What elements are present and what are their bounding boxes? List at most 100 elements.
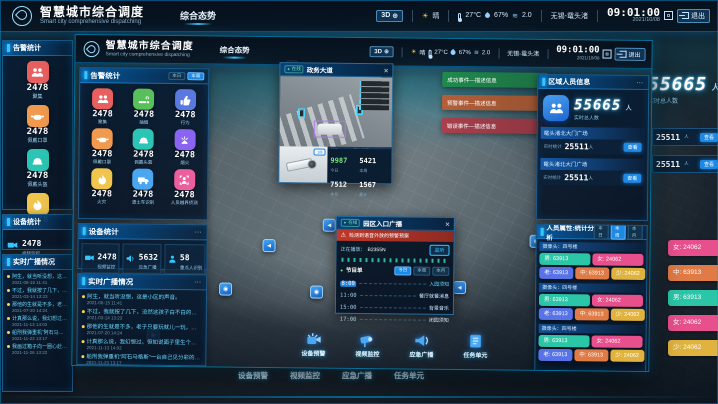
device-label: 重点人识别 xyxy=(180,265,203,271)
schedule-row[interactable]: 15:00背景音乐 xyxy=(340,302,449,315)
toast-success[interactable]: 成功事件—描述信息› xyxy=(442,72,548,88)
alarm-tile-label: 抽烟 xyxy=(124,120,164,126)
broadcast-entry[interactable]: 阿生，就当听没想，这是小区的声音。 2021-08-15 11:41 xyxy=(82,292,202,306)
mode-3d-toggle[interactable]: 3D⊕ xyxy=(376,10,403,22)
broadcast-entry[interactable]: 阿生，就当听没想，这是小区的声音。 2021-08-15 11:41 xyxy=(7,273,68,285)
view-button[interactable]: 查看 xyxy=(624,143,642,152)
toolbar-item-task-unit[interactable]: 任务单元 xyxy=(452,333,498,359)
schedule-row[interactable]: 11:00餐厅就餐消息 xyxy=(340,290,449,303)
broadcast-log-title: 实时广播情况 xyxy=(88,276,133,287)
broadcast-entry[interactable]: 不过，我就按了几下，没然这孩子白不白的问题？ 2021-03-14 13:23 xyxy=(7,287,68,299)
panel-menu-icon[interactable]: ⋯ xyxy=(194,278,202,286)
exit-button[interactable]: 退出 xyxy=(677,9,710,23)
outer-total-label: 实时总人数 xyxy=(648,96,718,105)
map-marker[interactable] xyxy=(453,281,466,294)
exit-button[interactable]: 退出 xyxy=(614,48,645,61)
program-tabs: 今日 本周 本月 xyxy=(394,266,449,275)
panel-menu-icon[interactable]: ⋯ xyxy=(636,78,644,86)
tab-today[interactable]: 本日 xyxy=(594,224,609,240)
broadcast-entry[interactable]: 计真那么说，我幻想过，但如说面子里生个大役健壮… 2021-11-13 14:0… xyxy=(7,315,68,327)
speaker-icon xyxy=(126,254,136,264)
alarm-tile-label: 聚集 xyxy=(27,93,49,100)
broadcast-entry[interactable]: 计真那么说，我幻想过，但如说面子里生个大役健壮… 2021-11-13 14:0… xyxy=(81,337,201,351)
tab-month[interactable]: 本月 xyxy=(432,267,449,276)
tab-month[interactable]: 本月 xyxy=(628,225,643,241)
toolbar-item-video-monitor[interactable]: 视频监控 xyxy=(344,332,390,358)
view-button[interactable]: 查看 xyxy=(700,160,718,169)
tab-today[interactable]: 本日 xyxy=(168,72,185,81)
exit-icon xyxy=(620,51,627,58)
people-row-unit: 人 xyxy=(684,134,689,140)
mask-icon xyxy=(27,105,49,127)
broadcast-entry-time: 2021-11-13 14:02 xyxy=(7,322,68,327)
attribute-pill: 女: 24062 xyxy=(592,294,643,307)
stat-value: 9987 xyxy=(330,157,347,165)
bullet-camera-icon xyxy=(286,158,313,172)
tab-week[interactable]: 本周 xyxy=(413,267,430,276)
helmet-icon xyxy=(27,149,49,171)
broadcast-entry-text: 船刑我弹重机“阿石马格斯”一台自己见分彩的应用，整个… xyxy=(12,329,68,336)
globe-icon: ⊕ xyxy=(392,12,398,20)
broadcast-entry[interactable]: 那他的生就是不多，老子只要玩就儿一玩，正薄2气场… 2021-07-20 14:… xyxy=(7,301,68,313)
broadcast-entry[interactable]: 船刑我弹重机“阿石马格斯”一台自己见分彩的应用，整个… 2021-11-23 1… xyxy=(7,329,68,341)
stat-label: 本月 xyxy=(330,192,359,198)
smoking-icon xyxy=(133,89,154,110)
schedule-time: 8:00 xyxy=(340,281,356,287)
mode-3d-toggle[interactable]: 3D⊕ xyxy=(369,46,394,57)
broadcast-popup-header: 在线 园区入口广播 × xyxy=(337,217,454,231)
toast-error[interactable]: 错误事件—描述信息› xyxy=(442,118,548,134)
alarm-tile[interactable]: 2478烟火 xyxy=(164,129,206,166)
device-panel: 设备统计 ⋯ 2478视频监控 5632应急广播 58重点人识别 xyxy=(77,223,207,270)
view-button[interactable]: 查看 xyxy=(700,133,718,142)
close-icon[interactable]: × xyxy=(445,219,450,228)
alarm-tile[interactable]: 2478 佩戴头盔 xyxy=(27,149,49,188)
device-item-video[interactable]: 2478视频监控 xyxy=(81,243,120,273)
fullscreen-icon[interactable] xyxy=(603,50,612,59)
fullscreen-icon[interactable] xyxy=(664,11,673,20)
toolbar-item-emergency-broadcast[interactable]: 应急广播 xyxy=(398,332,444,358)
alarm-tile[interactable]: 2478佩戴口罩 xyxy=(81,128,123,165)
listen-button[interactable]: 监听 xyxy=(429,245,449,256)
map-marker[interactable] xyxy=(262,239,275,252)
broadcast-entry[interactable]: 不过，我就按了几下，没然这孩子白不白的问题？ 2021-03-14 13:23 xyxy=(82,307,202,321)
alarm-tile[interactable]: 2478人员越界侦测 xyxy=(164,169,206,206)
tab-week[interactable]: 本周 xyxy=(187,72,204,81)
pager-badge[interactable]: 1/8 xyxy=(314,148,326,155)
program-schedule: 8:00入园须知 11:00餐厅就餐消息 15:00背景音乐 17:00闭园须知 xyxy=(336,276,454,327)
map-marker[interactable] xyxy=(219,283,232,296)
broadcast-entry[interactable]: 那他的生就是不多，老子只要玩就儿一玩，正薄2气场… 2021-07-20 14:… xyxy=(82,322,202,336)
alarm-tile[interactable]: 2478佩戴头盔 xyxy=(123,128,165,165)
attribute-pill: 中: 63913 xyxy=(574,349,608,361)
panel-menu-icon[interactable]: ⋯ xyxy=(195,228,203,236)
schedule-row[interactable]: 8:00入园须知 xyxy=(340,278,449,291)
alarm-tile[interactable]: 2478渣土车识别 xyxy=(122,168,164,205)
alarm-tile[interactable]: 2478聚集 xyxy=(82,88,124,125)
weather-text: 晴 xyxy=(419,48,425,57)
broadcast-entry-text: 计真那么说，我幻想过，但如说面子里生个大役健壮… xyxy=(12,315,68,322)
toolbar-item-device-alarm[interactable]: 设备预警 xyxy=(290,331,336,357)
broadcast-entry[interactable]: 我画过箱子向一圈心赴漠汉一杰扑于不让过的最强视频… 2021-11-26 13:… xyxy=(7,343,68,355)
alarm-tile[interactable]: 2478火灾 xyxy=(81,168,123,205)
alarm-tile[interactable]: 2478 聚集 xyxy=(27,61,49,100)
alarm-tile[interactable]: 2478行为 xyxy=(164,89,206,126)
device-item-person[interactable]: 58重点人识别 xyxy=(164,244,206,274)
view-button[interactable]: 查看 xyxy=(623,174,641,183)
broadcast-popup: 在线 园区入口广播 × ⚠ 检测到语音外放的预警预案 正在播放： B2355N … xyxy=(335,216,455,315)
tab-overview[interactable]: 综合态势 xyxy=(180,9,216,22)
alarm-tile-label: 火灾 xyxy=(82,199,122,205)
alarm-tile[interactable]: 2478抽烟 xyxy=(123,88,165,125)
broadcast-entry[interactable]: 船刑我弹重机“阿石马格斯”一台自己见分彩的应用，整个… 2021-11-23 1… xyxy=(81,352,201,366)
schedule-row[interactable]: 17:00闭园须知 xyxy=(340,314,449,327)
tab-overview[interactable]: 综合态势 xyxy=(220,45,250,56)
map-marker[interactable] xyxy=(310,285,323,298)
device-item-broadcast[interactable]: 5632应急广播 xyxy=(123,243,162,273)
tab-week[interactable]: 本周 xyxy=(611,224,626,240)
close-icon[interactable]: × xyxy=(384,66,389,75)
bullet-icon xyxy=(7,275,10,278)
alarm-tile-label: 佩戴口罩 xyxy=(27,137,49,144)
tab-today[interactable]: 今日 xyxy=(394,266,411,275)
map-marker[interactable] xyxy=(323,219,336,232)
toast-warning[interactable]: 预警事件—描述信息› xyxy=(442,95,548,111)
toolbar-label: 任务单元 xyxy=(452,350,498,359)
alarm-tile[interactable]: 2478 佩戴口罩 xyxy=(27,105,49,144)
